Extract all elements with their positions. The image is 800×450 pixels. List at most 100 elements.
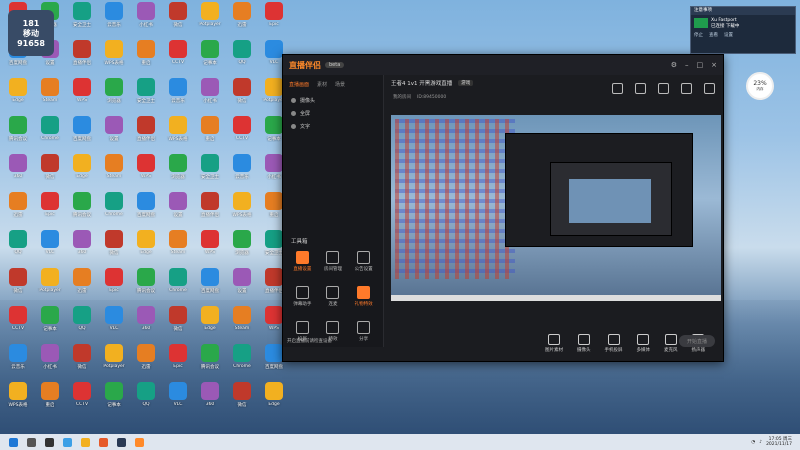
notify-stop[interactable]: 停止 — [694, 32, 703, 38]
edge-icon[interactable] — [63, 437, 72, 447]
desktop-icon[interactable]: WPS表格 — [226, 192, 258, 228]
scene-item[interactable]: 全屏 — [283, 107, 383, 120]
clock[interactable]: 17:05 周三 2021/11/17 — [766, 437, 792, 447]
desktop-icon[interactable]: Edge — [66, 154, 98, 190]
settings-icon[interactable]: ⚙ — [671, 61, 677, 69]
search-icon[interactable] — [27, 437, 36, 447]
tool-item[interactable]: 弹幕助手 — [287, 286, 318, 307]
desktop-icon[interactable]: Steam — [162, 230, 194, 266]
control-button[interactable]: 多媒体 — [637, 334, 650, 353]
desktop-icon[interactable]: CCTV — [66, 382, 98, 418]
desktop-icon[interactable]: Epic — [258, 2, 290, 38]
desktop-icon[interactable]: 迅雷 — [226, 2, 258, 38]
desktop-icon[interactable]: WPS — [66, 78, 98, 114]
desktop-icon[interactable]: 浏览器 — [226, 230, 258, 266]
stream-title[interactable]: 王者4 1v1 开黑游戏直播 — [391, 79, 452, 87]
desktop-icon[interactable]: 微信 — [162, 306, 194, 342]
tool-item[interactable]: 礼物特效 — [348, 286, 379, 307]
gift-icon[interactable] — [635, 83, 646, 94]
start-icon[interactable] — [9, 437, 18, 447]
control-button[interactable]: 手机投屏 — [605, 334, 623, 353]
desktop-icon[interactable]: WPS表格 — [162, 116, 194, 152]
desktop-icon[interactable]: Epic — [162, 344, 194, 380]
desktop-icon[interactable]: Epic — [98, 268, 130, 304]
scene-item[interactable]: 文字 — [283, 120, 383, 133]
desktop-icon[interactable]: 小红书 — [34, 344, 66, 380]
desktop-icon[interactable]: 微信 — [226, 78, 258, 114]
desktop-icon[interactable]: Chrome — [162, 268, 194, 304]
volume-icon[interactable]: ♪ — [759, 440, 762, 445]
minimize-icon[interactable]: – — [685, 61, 689, 69]
desktop-icon[interactable]: 迅雷 — [130, 344, 162, 380]
desktop-icon[interactable]: VLC — [162, 382, 194, 418]
desktop-icon[interactable]: 记事本 — [34, 306, 66, 342]
desktop-icon[interactable]: 安全卫士 — [194, 154, 226, 190]
desktop-icon[interactable]: 百度网盘 — [66, 116, 98, 152]
desktop-icon[interactable]: VLC — [98, 306, 130, 342]
desktop-icon[interactable]: QQ — [66, 306, 98, 342]
desktop-icon[interactable]: 云音乐 — [2, 344, 34, 380]
desktop-icon[interactable]: 微信 — [98, 230, 130, 266]
taskview-icon[interactable] — [45, 437, 54, 447]
desktop-icon[interactable]: 云音乐 — [98, 2, 130, 38]
desktop-icon[interactable]: 云音乐 — [162, 78, 194, 114]
desktop-icon[interactable]: Potplayer — [194, 2, 226, 38]
desktop-icon[interactable]: WPS表格 — [2, 382, 34, 418]
desktop-icon[interactable]: 设置 — [98, 116, 130, 152]
tab-material[interactable]: 素材 — [317, 81, 327, 88]
desktop-icon[interactable]: 360 — [2, 154, 34, 190]
desktop-icon[interactable]: 百度网盘 — [194, 268, 226, 304]
notify-settings[interactable]: 设置 — [724, 32, 733, 38]
desktop-icon[interactable]: Edge — [194, 306, 226, 342]
desktop-icon[interactable]: QQ — [130, 382, 162, 418]
desktop-icon[interactable]: WPS — [194, 230, 226, 266]
eye-icon[interactable] — [291, 124, 296, 129]
desktop-icon[interactable]: Edge — [258, 382, 290, 418]
desktop-icon[interactable]: Chrome — [98, 192, 130, 228]
desktop-icon[interactable]: 重启 — [130, 40, 162, 76]
tool-item[interactable]: 房间管理 — [318, 251, 349, 272]
maximize-icon[interactable]: □ — [697, 61, 704, 69]
desktop-icon[interactable]: 360 — [194, 382, 226, 418]
desktop-icon[interactable]: 腾讯会议 — [194, 344, 226, 380]
desktop-icon[interactable]: Epic — [34, 192, 66, 228]
tool-item[interactable]: 公告设置 — [348, 251, 379, 272]
tool-item[interactable]: 分享 — [348, 321, 379, 342]
desktop-icon[interactable]: 设置 — [226, 268, 258, 304]
tab-scene[interactable]: 直播画面 — [289, 81, 309, 88]
desktop-icon[interactable]: WPS — [130, 154, 162, 190]
desktop-icon[interactable]: Steam — [226, 306, 258, 342]
desktop-icon[interactable]: 小红书 — [130, 2, 162, 38]
desktop-icon[interactable]: 设置 — [162, 192, 194, 228]
desktop-icon[interactable]: 直播伴侣 — [130, 116, 162, 152]
desktop-icon[interactable]: 微信 — [66, 344, 98, 380]
notification[interactable]: 注意事项 Xu Fastport 已连接 下载中 停止 查看 设置 — [690, 6, 796, 54]
desktop-icon[interactable]: Potplayer — [98, 344, 130, 380]
desktop-icon[interactable]: 腾讯会议 — [66, 192, 98, 228]
record-icon[interactable] — [612, 83, 623, 94]
desktop-icon[interactable]: QQ — [226, 40, 258, 76]
desktop-icon[interactable]: 迅雷 — [66, 268, 98, 304]
desktop-icon[interactable]: Edge — [2, 78, 34, 114]
desktop-icon[interactable]: 小红书 — [194, 78, 226, 114]
desktop-icon[interactable]: 浏览器 — [162, 154, 194, 190]
desktop-icon[interactable]: 微信 — [162, 2, 194, 38]
control-button[interactable]: 摄像头 — [577, 334, 591, 353]
desktop-icon[interactable]: 直播伴侣 — [194, 192, 226, 228]
desktop-icon[interactable]: 安全卫士 — [130, 78, 162, 114]
desktop-icon[interactable]: Edge — [130, 230, 162, 266]
live-app-icon[interactable] — [135, 437, 144, 447]
desktop-icon[interactable]: 重启 — [194, 116, 226, 152]
steam-icon[interactable] — [117, 437, 126, 447]
desktop-icon[interactable]: CCTV — [226, 116, 258, 152]
tab-layout[interactable]: 场景 — [335, 81, 345, 88]
desktop-icon[interactable]: 360 — [66, 230, 98, 266]
desktop-icon[interactable]: 百度网盘 — [130, 192, 162, 228]
more-icon[interactable] — [704, 83, 715, 94]
desktop-icon[interactable]: 360 — [130, 306, 162, 342]
control-button[interactable]: 图片素材 — [545, 334, 563, 353]
bell-icon[interactable] — [681, 83, 692, 94]
eye-icon[interactable] — [291, 111, 296, 116]
folder-icon[interactable] — [81, 437, 90, 447]
desktop-icon[interactable]: Steam — [34, 78, 66, 114]
